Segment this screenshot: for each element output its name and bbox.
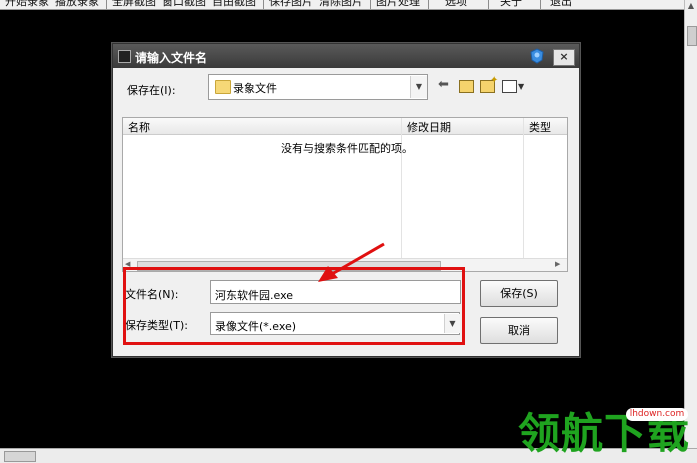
scroll-thumb[interactable] bbox=[4, 451, 36, 462]
help-icon[interactable] bbox=[529, 48, 545, 64]
back-arrow-icon[interactable]: ⬅ bbox=[438, 77, 449, 93]
toolbar-separator bbox=[106, 0, 107, 9]
column-divider bbox=[523, 118, 524, 271]
toolbar-separator bbox=[370, 0, 371, 9]
save-button[interactable]: 保存(S) bbox=[480, 280, 558, 307]
free-capture-button[interactable]: 自由截图 bbox=[212, 0, 256, 9]
save-image-button[interactable]: 保存图片 bbox=[269, 0, 313, 9]
cancel-button[interactable]: 取消 bbox=[480, 317, 558, 344]
toolbar-separator bbox=[428, 0, 429, 9]
save-in-label: 保存在(I): bbox=[127, 84, 176, 97]
folder-icon bbox=[215, 80, 231, 94]
about-button[interactable]: 关于 bbox=[500, 0, 522, 9]
empty-list-message: 没有与搜索条件匹配的项。 bbox=[281, 142, 413, 155]
options-button[interactable]: 选项 bbox=[445, 0, 467, 9]
clear-image-button[interactable]: 清除图片 bbox=[319, 0, 363, 9]
toolbar-separator bbox=[263, 0, 264, 9]
column-name[interactable]: 名称 bbox=[128, 119, 150, 135]
annotation-arrow-icon bbox=[318, 242, 385, 282]
image-process-button[interactable]: 图片处理 bbox=[376, 0, 420, 9]
app-toolbar: 开始录象 播放录象 全屏截图 窗口截图 自由截图 保存图片 清除图片 图片处理 … bbox=[0, 0, 684, 10]
chevron-down-icon[interactable]: ▼ bbox=[518, 79, 524, 95]
column-header: 名称 修改日期 类型 bbox=[123, 118, 567, 135]
start-record-button[interactable]: 开始录象 bbox=[5, 0, 49, 9]
dialog-titlebar[interactable]: 请输入文件名 × bbox=[113, 44, 579, 68]
scroll-right-icon[interactable]: ▶ bbox=[555, 260, 560, 268]
save-file-dialog: 请输入文件名 × 保存在(I): 录象文件 ▼ ⬅ ✦ ▼ 名称 修改日期 类型… bbox=[112, 43, 580, 357]
exit-button[interactable]: 退出 bbox=[550, 0, 572, 9]
close-icon[interactable]: × bbox=[553, 49, 575, 66]
watermark-url: lhdown.com bbox=[626, 408, 688, 421]
annotation-highlight-box bbox=[123, 267, 465, 345]
toolbar-separator bbox=[540, 0, 541, 9]
up-folder-icon[interactable] bbox=[459, 80, 474, 93]
toolbar-separator bbox=[488, 0, 489, 9]
scroll-up-icon[interactable]: ▲ bbox=[685, 0, 697, 12]
chevron-down-icon[interactable]: ▼ bbox=[410, 76, 427, 98]
main-vertical-scrollbar[interactable]: ▲ bbox=[684, 0, 697, 448]
save-in-value: 录象文件 bbox=[233, 82, 277, 95]
save-in-dropdown[interactable]: 录象文件 ▼ bbox=[208, 74, 428, 100]
dialog-title: 请输入文件名 bbox=[135, 51, 208, 65]
window-capture-button[interactable]: 窗口截图 bbox=[162, 0, 206, 9]
fullscreen-capture-button[interactable]: 全屏截图 bbox=[112, 0, 156, 9]
column-modified[interactable]: 修改日期 bbox=[407, 119, 451, 135]
app-icon bbox=[118, 50, 131, 63]
play-record-button[interactable]: 播放录象 bbox=[55, 0, 99, 9]
new-folder-sparkle-icon: ✦ bbox=[490, 75, 499, 86]
view-menu-icon[interactable] bbox=[502, 80, 517, 93]
scroll-thumb[interactable] bbox=[687, 26, 697, 46]
column-type[interactable]: 类型 bbox=[529, 119, 551, 135]
